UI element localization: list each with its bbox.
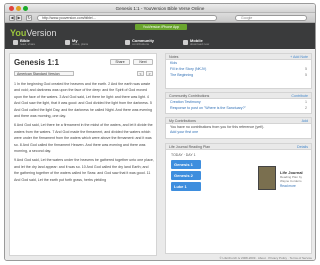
scripture-paragraph: 1 In the beginning God created the heave… <box>14 82 152 119</box>
my-contributions-panel: My Contributions Add You have no contribu… <box>165 117 312 139</box>
prev-verse-button[interactable]: < <box>137 71 144 76</box>
reading-plan-panel: Life Journal Reading Plan Details TODAY ·… <box>165 143 312 254</box>
plan-read-more-link[interactable]: Read more <box>280 184 296 188</box>
plan-subtitle: Reading Plan by Wayne Cordeiro <box>280 175 303 183</box>
next-chapter-button[interactable]: Next <box>133 59 153 65</box>
note-link[interactable]: The Beginning <box>170 73 193 77</box>
plan-day-label: TODAY · DAY 1 <box>171 153 196 157</box>
reader-panel: Genesis 1:1 Share Next American Standard… <box>9 53 157 256</box>
window-title: Genesis 1:1 - YouVersion Bible Verse Onl… <box>115 6 205 11</box>
user-icon <box>65 40 70 45</box>
note-link[interactable]: Fill in the Story (NKJV) <box>170 67 206 71</box>
nav-sub: read, share <box>20 42 36 46</box>
list-item[interactable]: The Beginning 5 <box>166 72 311 78</box>
scripture-paragraph: 9 And God said, Let the waters under the… <box>14 158 154 182</box>
verse-reference: Genesis 1:1 <box>14 58 59 67</box>
page-content: Genesis 1:1 Share Next American Standard… <box>5 50 315 260</box>
version-select[interactable]: American Standard Version <box>14 71 74 76</box>
reload-icon[interactable]: ↻ <box>26 15 32 21</box>
nav-sub: download now <box>190 42 210 46</box>
share-button[interactable]: Share <box>110 59 130 65</box>
plan-reading-button[interactable]: Genesis 1 <box>171 160 201 169</box>
back-arrow-icon[interactable]: ◀ <box>9 15 15 21</box>
youversion-logo[interactable]: YouVersion <box>10 28 56 38</box>
footer-copyright: © LifeChurch.tv 2008-2009 · About · Priv… <box>219 256 312 260</box>
note-count: 5 <box>305 73 307 77</box>
contribution-link[interactable]: Creation Testimony <box>170 100 201 104</box>
contribution-link[interactable]: Response to post on "Where is the Sanctu… <box>170 106 246 110</box>
list-item[interactable]: Response to post on "Where is the Sanctu… <box>166 105 311 111</box>
phone-icon <box>183 40 188 45</box>
browser-toolbar: ◀ ▶ ↻ http://www.youversion.com/bible/..… <box>5 13 315 23</box>
note-link[interactable]: Kids <box>170 61 177 65</box>
contribution-count: 2 <box>305 106 307 110</box>
title-bar: Genesis 1:1 - YouVersion Bible Verse Onl… <box>5 4 315 13</box>
nav-mobile[interactable]: Mobile download now <box>183 39 209 48</box>
notes-panel: Notes + Add Note Kids Fill in the Story (… <box>165 53 312 89</box>
panel-header: Life Journal Reading Plan Details <box>166 144 311 150</box>
scripture-paragraph: 6 And God said, Let there be a firmament… <box>14 123 153 154</box>
nav-bible[interactable]: Bible read, share <box>13 39 35 48</box>
nav-my[interactable]: My notes, plans <box>65 39 88 48</box>
bible-icon <box>13 40 18 45</box>
next-verse-button[interactable]: > <box>146 71 153 76</box>
iphone-app-promo[interactable]: YouVersion iPhone App <box>135 24 187 30</box>
plan-book-image <box>258 166 276 190</box>
community-contributions-panel: Community Contributions Contribute Creati… <box>165 92 312 114</box>
scripture-text: 1 In the beginning God created the heave… <box>14 81 154 186</box>
panel-title: Community Contributions <box>169 94 210 98</box>
search-field[interactable]: Google <box>235 15 307 21</box>
nav-sub: notes, plans <box>72 42 89 46</box>
community-icon <box>125 40 130 45</box>
add-first-contribution-link[interactable]: Add your first one <box>166 130 311 135</box>
nav-community[interactable]: Community contributions <box>125 39 154 48</box>
forward-arrow-icon[interactable]: ▶ <box>16 15 22 21</box>
panel-title: Notes <box>169 55 179 59</box>
panel-title: Life Journal Reading Plan <box>169 145 211 149</box>
address-bar[interactable]: http://www.youversion.com/bible/... <box>37 15 217 21</box>
nav-sub: contributions <box>132 42 150 46</box>
browser-window: Genesis 1:1 - YouVersion Bible Verse Onl… <box>4 3 316 261</box>
plan-details-button[interactable]: Details <box>297 144 308 150</box>
plan-reading-button[interactable]: Luke 1 <box>171 182 201 191</box>
site-header: YouVersion YouVersion iPhone App Bible re… <box>5 23 315 49</box>
panel-title: My Contributions <box>169 119 196 123</box>
plan-reading-button[interactable]: Genesis 2 <box>171 171 201 180</box>
